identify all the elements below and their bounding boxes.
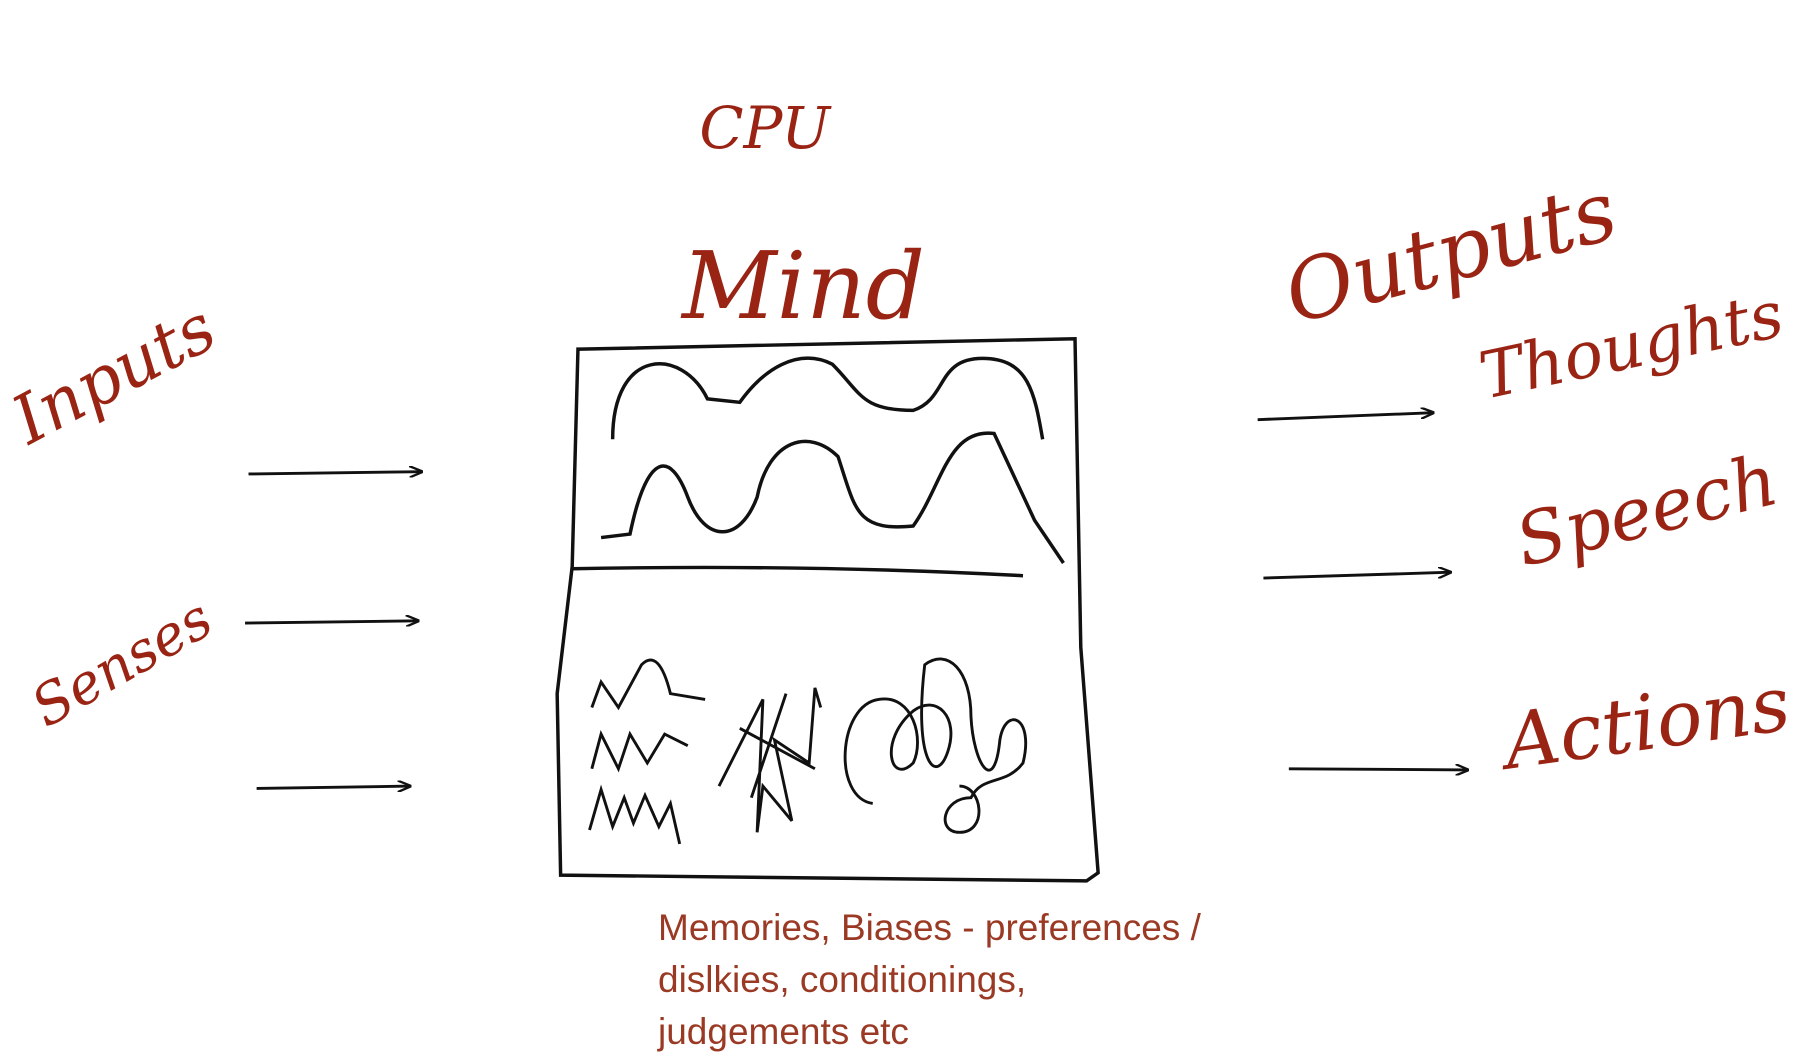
- caption-line: dislkies, conditionings,: [658, 959, 1027, 1000]
- output-arrow-actions: [1288, 769, 1468, 770]
- mind-caption: Memories, Biases - preferences / dislkie…: [658, 902, 1358, 1058]
- wave-1: [610, 356, 1045, 440]
- scribble-3: [843, 657, 1028, 834]
- input-arrow-2: [245, 621, 418, 623]
- outputs-label: Outputs: [1275, 162, 1627, 343]
- input-arrow-3: [256, 786, 411, 788]
- mind-divider: [572, 565, 1024, 578]
- mind-box: [555, 336, 1100, 883]
- mind-diagram: CPU Mind Inputs Senses Outputs Thoughts …: [0, 94, 1794, 883]
- caption-line: judgements etc: [658, 1011, 909, 1052]
- scribble-2: [717, 687, 823, 833]
- senses-label: Senses: [21, 587, 223, 741]
- thoughts-label: Thoughts: [1473, 277, 1790, 414]
- actions-label: Actions: [1493, 659, 1794, 788]
- output-arrow-thoughts: [1257, 413, 1434, 422]
- cpu-label: CPU: [699, 94, 832, 162]
- caption-line: Memories, Biases - preferences /: [658, 907, 1201, 948]
- wave-2: [600, 431, 1065, 564]
- scribble-1: [588, 658, 706, 845]
- output-arrow-speech: [1263, 572, 1450, 580]
- speech-label: Speech: [1507, 437, 1785, 583]
- mind-label: Mind: [680, 232, 925, 340]
- inputs-label: Inputs: [0, 288, 228, 460]
- input-arrow-1: [248, 472, 422, 474]
